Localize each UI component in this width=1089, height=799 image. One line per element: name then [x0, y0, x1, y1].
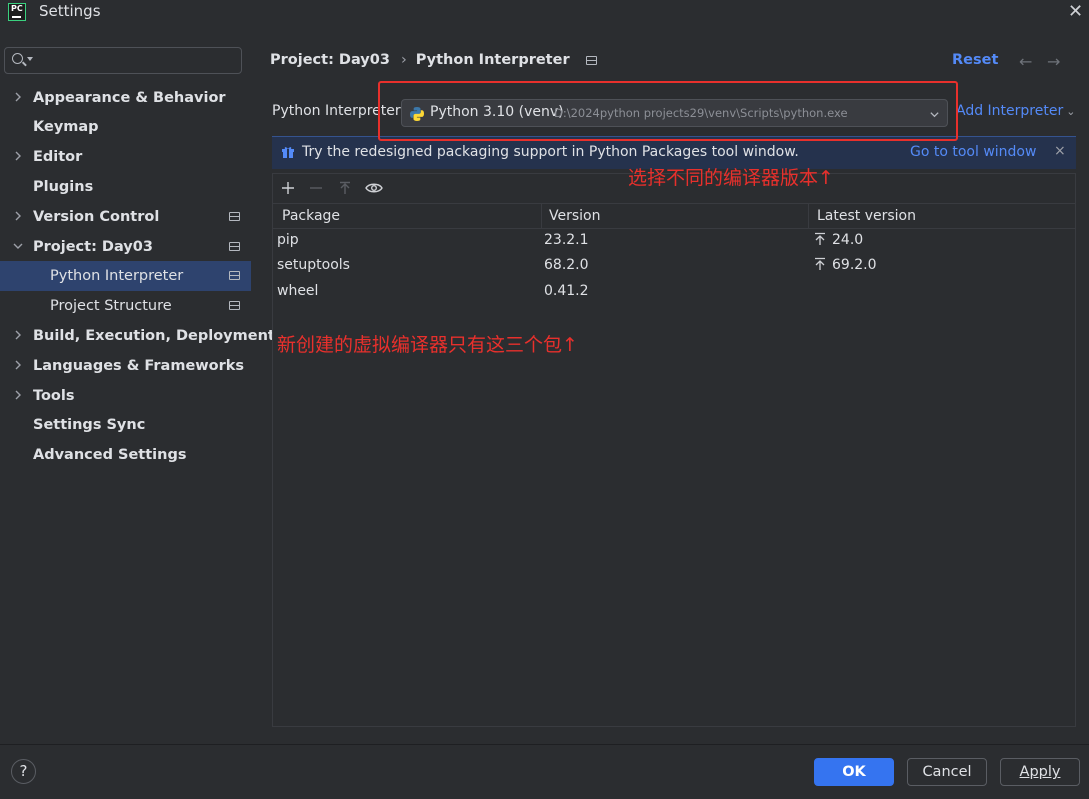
project-scope-icon — [229, 242, 240, 251]
chevron-right-icon[interactable] — [12, 389, 24, 401]
settings-search-box[interactable] — [4, 47, 242, 74]
sidebar-item-label: Keymap — [33, 119, 99, 135]
upgrade-package-icon[interactable] — [335, 178, 355, 198]
reset-link[interactable]: Reset — [952, 52, 998, 68]
column-header-version[interactable]: Version — [549, 208, 600, 224]
ok-button[interactable]: OK — [814, 758, 894, 786]
chevron-right-icon[interactable] — [12, 329, 24, 341]
sidebar-item-label: Plugins — [33, 179, 94, 195]
gift-icon — [282, 147, 294, 158]
project-scope-icon — [229, 301, 240, 310]
chevron-right-icon[interactable] — [12, 210, 24, 222]
breadcrumb-parent[interactable]: Project: Day03 — [270, 52, 390, 68]
sidebar-item-label: Advanced Settings — [33, 447, 187, 463]
show-early-releases-eye-icon[interactable] — [364, 178, 384, 198]
chevron-down-icon[interactable] — [12, 240, 24, 252]
sidebar-item-languages-frameworks[interactable]: Languages & Frameworks — [0, 351, 251, 381]
sidebar-item-version-control[interactable]: Version Control — [0, 202, 251, 232]
settings-search-input[interactable] — [35, 50, 235, 72]
sidebar-item-tools[interactable]: Tools — [0, 381, 251, 411]
settings-main-panel: Project: Day03 › Python Interpreter Rese… — [251, 36, 1089, 744]
search-options-caret-icon[interactable] — [27, 57, 33, 61]
sidebar-item-keymap[interactable]: Keymap — [0, 112, 251, 142]
apply-button[interactable]: Apply — [1000, 758, 1080, 786]
sidebar-item-label: Project: Day03 — [33, 239, 153, 255]
package-latest-version: 24.0 — [813, 232, 863, 248]
banner-close-icon[interactable]: × — [1054, 143, 1066, 159]
chevron-right-icon[interactable] — [12, 359, 24, 371]
breadcrumb-current: Python Interpreter — [415, 52, 570, 68]
breadcrumb: Project: Day03 › Python Interpreter — [270, 52, 597, 68]
package-version: 0.41.2 — [544, 283, 589, 299]
upgrade-available-icon[interactable] — [813, 257, 827, 271]
dialog-footer: ? OK Cancel Apply — [0, 744, 1089, 799]
annotation-select-hint: 选择不同的编译器版本↑ — [628, 167, 834, 189]
project-scope-icon — [585, 55, 597, 65]
pycharm-logo-icon: PC — [8, 3, 26, 21]
sidebar-item-label: Settings Sync — [33, 417, 146, 433]
add-package-icon[interactable] — [278, 178, 298, 198]
settings-sidebar: Appearance & Behavior Keymap Editor Plug… — [0, 36, 275, 744]
package-name: setuptools — [277, 257, 350, 273]
help-button[interactable]: ? — [11, 759, 36, 784]
packages-panel: Package Version Latest version pip 23.2.… — [272, 173, 1076, 727]
sidebar-item-label: Tools — [33, 388, 75, 404]
window-title: Settings — [39, 2, 101, 20]
chevron-right-icon[interactable] — [12, 150, 24, 162]
breadcrumb-separator: › — [400, 52, 407, 68]
add-interpreter-link[interactable]: Add Interpreter ⌄ — [956, 103, 1075, 119]
package-latest-version: 69.2.0 — [813, 257, 877, 273]
sidebar-item-build-execution-deployment[interactable]: Build, Execution, Deployment — [0, 321, 275, 351]
table-row[interactable]: setuptools 68.2.0 69.2.0 — [273, 254, 1075, 280]
sidebar-item-label: Python Interpreter — [50, 268, 184, 284]
sidebar-item-project-day03[interactable]: Project: Day03 — [0, 232, 251, 262]
sidebar-item-label: Editor — [33, 149, 83, 165]
package-name: wheel — [277, 283, 319, 299]
column-divider[interactable] — [541, 204, 542, 229]
forward-arrow-icon[interactable]: → — [1047, 52, 1060, 71]
sidebar-item-settings-sync[interactable]: Settings Sync — [0, 410, 251, 440]
package-version: 23.2.1 — [544, 232, 589, 248]
package-version: 68.2.0 — [544, 257, 589, 273]
annotation-packages-hint: 新创建的虚拟编译器只有这三个包↑ — [277, 334, 578, 356]
column-header-latest-version[interactable]: Latest version — [817, 208, 916, 224]
sidebar-item-label: Build, Execution, Deployment — [33, 328, 275, 344]
search-icon — [12, 53, 23, 64]
title-bar: PC Settings ✕ — [0, 0, 1089, 28]
packages-table-header: Package Version Latest version — [273, 203, 1075, 229]
latest-version-value: 69.2.0 — [832, 257, 877, 273]
sidebar-item-label: Version Control — [33, 209, 160, 225]
cancel-button[interactable]: Cancel — [907, 758, 987, 786]
chevron-right-icon[interactable] — [12, 91, 24, 103]
upgrade-available-icon[interactable] — [813, 232, 827, 246]
sidebar-item-appearance-behavior[interactable]: Appearance & Behavior — [0, 83, 251, 113]
sidebar-item-label: Languages & Frameworks — [33, 358, 245, 374]
table-row[interactable]: wheel 0.41.2 — [273, 280, 1075, 306]
table-row[interactable]: pip 23.2.1 24.0 — [273, 229, 1075, 255]
sidebar-item-advanced-settings[interactable]: Advanced Settings — [0, 440, 251, 470]
remove-package-icon[interactable] — [306, 178, 326, 198]
sidebar-item-plugins[interactable]: Plugins — [0, 172, 251, 202]
go-to-tool-window-link[interactable]: Go to tool window — [910, 144, 1036, 160]
sidebar-item-label: Appearance & Behavior — [33, 90, 226, 106]
back-arrow-icon[interactable]: ← — [1019, 52, 1032, 71]
package-name: pip — [277, 232, 299, 248]
sidebar-item-editor[interactable]: Editor — [0, 142, 251, 172]
add-interpreter-label: Add Interpreter — [956, 103, 1064, 119]
annotation-highlight-box — [378, 81, 958, 141]
sidebar-item-project-structure[interactable]: Project Structure — [0, 291, 251, 321]
column-divider[interactable] — [808, 204, 809, 229]
banner-text: Try the redesigned packaging support in … — [302, 144, 799, 160]
project-scope-icon — [229, 212, 240, 221]
chevron-down-icon: ⌄ — [1066, 105, 1076, 118]
column-header-package[interactable]: Package — [282, 208, 340, 224]
project-scope-icon — [229, 271, 240, 280]
sidebar-item-label: Project Structure — [50, 298, 172, 314]
window-close-button[interactable]: ✕ — [1068, 2, 1083, 22]
sidebar-item-python-interpreter[interactable]: Python Interpreter — [0, 261, 251, 291]
latest-version-value: 24.0 — [832, 232, 864, 248]
